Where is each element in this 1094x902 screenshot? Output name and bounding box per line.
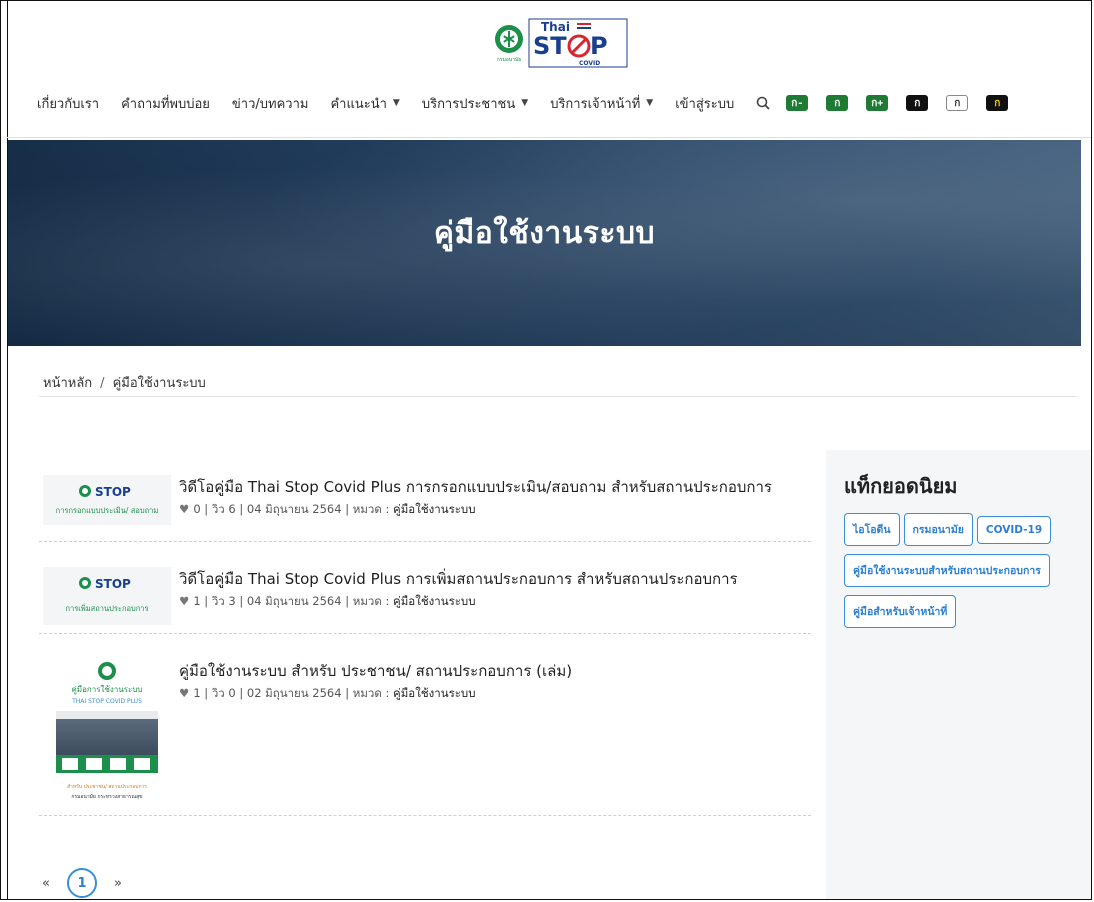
thumb-footer: สำหรับ ประชาชน/ สถานประกอบการ [66,784,147,790]
page-banner: คู่มือใช้งานระบบ [8,140,1081,346]
post-stats: 1 | วิว 3 | 04 มิถุนายน 2564 | หมวด : [193,594,394,608]
heart-icon[interactable]: ♥ [179,686,189,700]
post-title[interactable]: คู่มือใช้งานระบบ สำหรับ ประชาชน/ สถานประ… [179,659,572,683]
post-meta: ♥ 0 | วิว 6 | 04 มิถุนายน 2564 | หมวด : ค… [179,501,476,519]
post-category-link[interactable]: คู่มือใช้งานระบบ [393,594,476,608]
thumb-logo-icon: STOP [43,483,171,499]
nav-item[interactable]: เข้าสู่ระบบ [675,93,734,114]
svg-text:ST: ST [533,32,567,60]
post-stats: 1 | วิว 0 | 02 มิถุนายน 2564 | หมวด : [193,686,394,700]
breadcrumb: หน้าหลัก / คู่มือใช้งานระบบ [43,372,206,393]
nav-item[interactable]: บริการประชาชน ▼ [422,93,528,114]
nav-item-label: คำถามที่พบบ่อย [121,96,210,112]
pagination-page-current[interactable]: 1 [67,868,97,898]
svg-text:P: P [590,32,608,60]
post-category-link[interactable]: คู่มือใช้งานระบบ [393,502,476,516]
post-thumbnail[interactable]: STOP การกรอกแบบประเมิน/ สอบถาม [43,475,171,525]
nav-item-label: เข้าสู่ระบบ [675,96,735,112]
nav-item-label: บริการเจ้าหน้าที่ [550,96,641,112]
contrast-light-button[interactable]: ก [946,95,969,111]
pagination-next[interactable]: » [111,876,125,891]
post-title[interactable]: วิดีโอคู่มือ Thai Stop Covid Plus การกรอ… [179,475,772,499]
page-title: คู่มือใช้งานระบบ [433,216,656,251]
thumb-caption: การกรอกแบบประเมิน/ สอบถาม [55,506,159,515]
breadcrumb-separator: / [100,376,105,391]
thumb-footer: กรมอนามัย กระทรวงสาธารณสุข [71,794,143,800]
svg-text:กรมอนามัย: กรมอนามัย [497,57,522,63]
thumb-screenshot [56,711,158,773]
font-increase-button[interactable]: ก+ [866,95,889,111]
nav-item-label: เกี่ยวกับเรา [37,96,100,112]
chevron-down-icon: ▼ [646,98,654,108]
thumb-caption: การเพิ่มสถานประกอบการ [65,604,149,613]
thumb-logo-icon: STOP [43,575,171,591]
nav-item[interactable]: ข่าว/บทความ [232,93,309,114]
post-thumbnail[interactable]: คู่มือการใช้งานระบบ THAI STOP COVID PLUS… [43,659,171,807]
post-stats: 0 | วิว 6 | 04 มิถุนายน 2564 | หมวด : [193,502,394,516]
frame-border [7,1,8,899]
site-logo[interactable]: กรมอนามัย Thai ST P COVID [491,17,631,69]
page-frame: กรมอนามัย Thai ST P COVID เกี่ยวกับเรา คำ… [0,0,1092,900]
post-title[interactable]: วิดีโอคู่มือ Thai Stop Covid Plus การเพิ… [179,567,738,591]
heart-icon[interactable]: ♥ [179,502,189,516]
post-item: คู่มือการใช้งานระบบ THAI STOP COVID PLUS… [39,659,811,816]
post-meta: ♥ 1 | วิว 0 | 02 มิถุนายน 2564 | หมวด : ค… [179,685,476,703]
post-meta: ♥ 1 | วิว 3 | 04 มิถุนายน 2564 | หมวด : ค… [179,593,476,611]
nav-item[interactable]: บริการเจ้าหน้าที่ ▼ [550,93,653,114]
sidebar: แท็กยอดนิยม ไอโอดีน กรมอนามัย COVID-19 คู่ม… [826,450,1091,899]
contrast-dark-button[interactable]: ก [906,95,929,111]
nav-item[interactable]: คำแนะนำ ▼ [330,93,399,114]
post-thumbnail[interactable]: STOP การเพิ่มสถานประกอบการ [43,567,171,625]
nav-item-label: บริการประชาชน [421,96,516,112]
contrast-yellow-button[interactable]: ก [986,95,1009,111]
breadcrumb-divider [39,396,1077,397]
pagination-prev[interactable]: « [39,876,53,891]
font-decrease-button[interactable]: ก- [786,95,809,111]
thumb-title: คู่มือการใช้งานระบบ [71,685,143,694]
chevron-down-icon: ▼ [521,98,529,108]
tag-link[interactable]: COVID-19 [976,516,1052,544]
pagination: « 1 » [39,868,125,898]
main-nav: เกี่ยวกับเรา คำถามที่พบบ่อย ข่าว/บทความ คำแ… [37,93,1085,113]
header-divider [7,137,1091,138]
thumb-subtitle: THAI STOP COVID PLUS [72,698,142,705]
tag-link[interactable]: กรมอนามัย [903,513,973,546]
chevron-down-icon: ▼ [392,98,400,108]
nav-item-label: คำแนะนำ [330,96,387,112]
svg-text:COVID: COVID [579,60,600,67]
search-icon[interactable] [756,96,770,110]
breadcrumb-current: คู่มือใช้งานระบบ [112,376,206,391]
post-item: STOP การกรอกแบบประเมิน/ สอบถาม วิดีโอคู่… [39,475,811,542]
nav-item-label: ข่าว/บทความ [231,96,309,112]
tag-link[interactable]: คู่มือใช้งานระบบสำหรับสถานประกอบการ [844,554,1050,587]
tag-cloud: ไอโอดีน กรมอนามัย COVID-19 คู่มือใช้งานระบบ… [844,513,1084,636]
font-normal-button[interactable]: ก [826,95,849,111]
heart-icon[interactable]: ♥ [179,594,189,608]
nav-item[interactable]: คำถามที่พบบ่อย [121,93,210,114]
post-item: STOP การเพิ่มสถานประกอบการ วิดีโอคู่มือ … [39,567,811,634]
tag-link[interactable]: ไอโอดีน [844,513,900,546]
breadcrumb-home[interactable]: หน้าหลัก [43,376,92,391]
sidebar-heading: แท็กยอดนิยม [844,474,958,498]
svg-text:STOP: STOP [95,577,131,591]
svg-text:STOP: STOP [95,485,131,499]
post-category-link[interactable]: คู่มือใช้งานระบบ [393,686,476,700]
nav-item[interactable]: เกี่ยวกับเรา [37,93,99,114]
tag-link[interactable]: คู่มือสำหรับเจ้าหน้าที่ [844,595,957,628]
thumb-logo-icon [43,661,171,681]
